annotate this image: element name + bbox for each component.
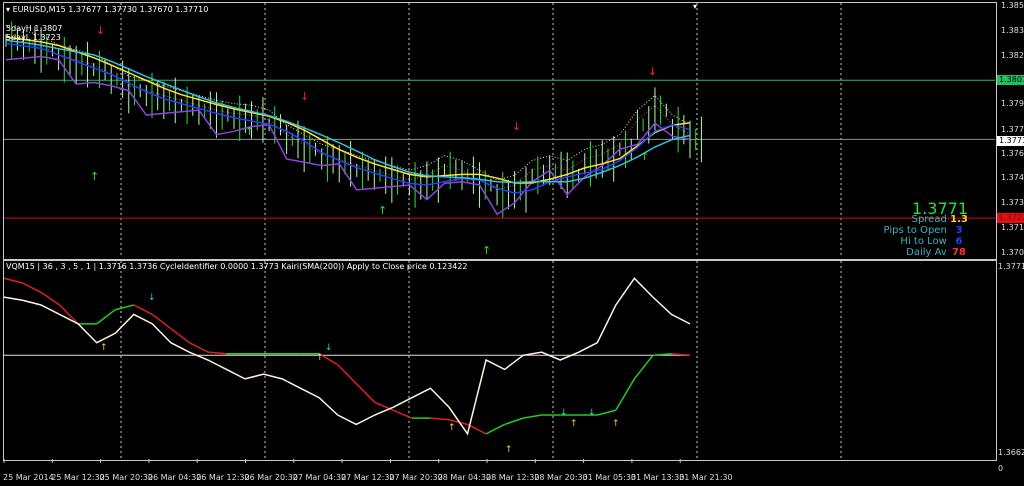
price-axis-label: 1.37165: [1001, 223, 1024, 233]
info-label: Hi to Low: [900, 236, 947, 247]
price-axis-label: 1.37770: [1001, 124, 1024, 134]
close-price: 1.37710: [175, 5, 209, 14]
sell-arrow-icon: ↓: [648, 65, 657, 78]
buy-arrow-icon: ↑: [378, 204, 387, 217]
current-price-tag: 1.37710: [997, 136, 1024, 146]
time-axis-label: 28 Mar 20:30: [534, 473, 588, 482]
info-row: Pips to Open 3: [884, 225, 968, 236]
signal-line-segment: [133, 304, 153, 316]
collapse-triangle-icon[interactable]: ▾: [6, 5, 10, 14]
price-axis-label: 1.37620: [1001, 149, 1024, 159]
indicator-up-arrow-icon: ↑: [505, 445, 513, 455]
signal-line-segment: [430, 417, 450, 421]
info-row: Hi to Low 6: [900, 236, 968, 247]
signal-line-segment: [170, 327, 190, 344]
signal-line-segment: [207, 351, 227, 355]
price-axis-label: 1.37925: [1001, 99, 1024, 109]
cyan-moving-average: [5, 39, 691, 184]
info-value: 6: [955, 236, 963, 247]
signal-line-segment: [485, 423, 505, 435]
signal-line-segment: [59, 304, 79, 325]
symbol-label: EURUSD,M15: [12, 5, 66, 14]
indicator-scale-bottom: 1.3662: [998, 448, 1024, 457]
time-axis-label: 31 Mar 21:30: [679, 473, 733, 482]
high-price: 1.37730: [103, 5, 138, 14]
signal-line-segment: [615, 378, 636, 411]
sell-arrow-icon: ↓: [300, 90, 309, 103]
buy-arrow-icon: ↑: [640, 150, 649, 163]
blue-moving-average: [5, 42, 691, 194]
signal-line-segment: [22, 282, 42, 294]
info-value: 3: [955, 225, 963, 236]
time-axis-label: 25 Mar 20:30: [99, 473, 154, 482]
indicator-up-arrow-icon: ↑: [612, 419, 620, 429]
indicator-up-arrow-icon: ↑: [570, 419, 578, 429]
indicator-down-arrow-icon: ↓: [148, 293, 156, 303]
chart-header: ▾ EURUSD,M15 1.37677 1.37730 1.37670 1.3…: [6, 5, 208, 15]
buy-arrow-icon: ↑: [245, 125, 254, 138]
five-day-low-label: 5dayL 1.3723: [6, 33, 61, 42]
signal-line-segment: [96, 309, 116, 325]
info-row: Daily Av 78: [906, 247, 968, 258]
sell-arrow-icon: ↓: [96, 24, 105, 37]
price-axis-label: 1.38225: [1001, 50, 1024, 60]
time-axis-label: 31 Mar 13:30: [630, 473, 685, 482]
info-value: 78: [952, 247, 966, 258]
ichimoku-cloud-upper: [5, 25, 691, 181]
indicator-down-arrow-icon: ↓: [560, 408, 568, 418]
low-price: 1.37670: [139, 5, 173, 14]
price-axis-label: 1.37470: [1001, 173, 1024, 183]
info-label: Pips to Open: [883, 225, 947, 236]
time-axis-label: 26 Mar 04:30: [147, 473, 202, 482]
indicator-up-arrow-icon: ↑: [316, 353, 324, 363]
signal-line-segment: [633, 354, 654, 380]
info-label: Daily Av: [906, 247, 947, 258]
time-axis-label: 27 Mar 12:30: [341, 473, 395, 482]
buy-arrow-icon: ↑: [482, 244, 491, 257]
green-level-tag: 1.38074: [997, 75, 1024, 85]
time-axis-label: 27 Mar 04:30: [292, 473, 347, 482]
chart-canvas: ↓↓↓↓↑↑↑↑↑▾↓↓↓ ↓↑↑↑↑↑ ↑: [3, 2, 995, 463]
price-axis-label: 1.38375: [1001, 26, 1024, 36]
time-axis-label: 27 Mar 20:30: [389, 473, 443, 482]
signal-line-segment: [523, 414, 542, 419]
info-value: 1.3: [950, 214, 968, 225]
subwindow-label: 0: [998, 464, 1004, 473]
buy-arrow-icon: ↑: [90, 170, 99, 183]
sell-arrow-icon: ↓: [512, 120, 521, 133]
time-axis-label: 25 Mar 2014: [3, 473, 54, 482]
yellow-moving-average: [5, 36, 691, 184]
signal-line-segment: [355, 383, 376, 403]
price-axis-label: 1.38530: [1001, 1, 1024, 11]
time-axis-label: 28 Mar 04:30: [437, 473, 492, 482]
indicator-down-arrow-icon: ↓: [588, 408, 596, 418]
indicator-up-arrow-icon: ↑: [100, 343, 108, 353]
indicator-up-arrow-icon: ↑: [448, 423, 456, 433]
open-price: 1.37677: [68, 5, 102, 14]
time-axis-label: 28 Mar 12:30: [486, 473, 540, 482]
indicator-header: VQM15 | 36 , 3 , 5 , 1 | 1.3716 1.3736 C…: [6, 262, 468, 271]
signal-line-segment: [115, 304, 134, 311]
time-axis-label: 31 Mar 05:30: [582, 473, 637, 482]
time-axis-label: 26 Mar 12:30: [196, 473, 250, 482]
signal-line-segment: [337, 364, 357, 385]
red-level-tag: 1.37226: [997, 213, 1024, 223]
info-row: Spread 1.3: [912, 214, 968, 225]
signal-line-segment: [40, 291, 61, 306]
info-label: Spread: [911, 214, 947, 225]
signal-line-segment: [597, 409, 617, 416]
price-axis-label: 1.37010: [1001, 248, 1024, 258]
indicator-scale-top: 1.3771: [998, 262, 1024, 271]
signal-line-segment: [504, 417, 524, 426]
time-axis-label: 26 Mar 20:30: [244, 473, 298, 482]
signal-line-segment: [3, 277, 23, 284]
shift-marker-icon: ▾: [693, 2, 697, 11]
time-axis-label: 25 Mar 12:30: [51, 473, 105, 482]
price-axis-label: 1.37320: [1001, 197, 1024, 207]
signal-line-segment: [189, 342, 209, 353]
indicator-down-arrow-icon: ↓: [325, 343, 333, 353]
